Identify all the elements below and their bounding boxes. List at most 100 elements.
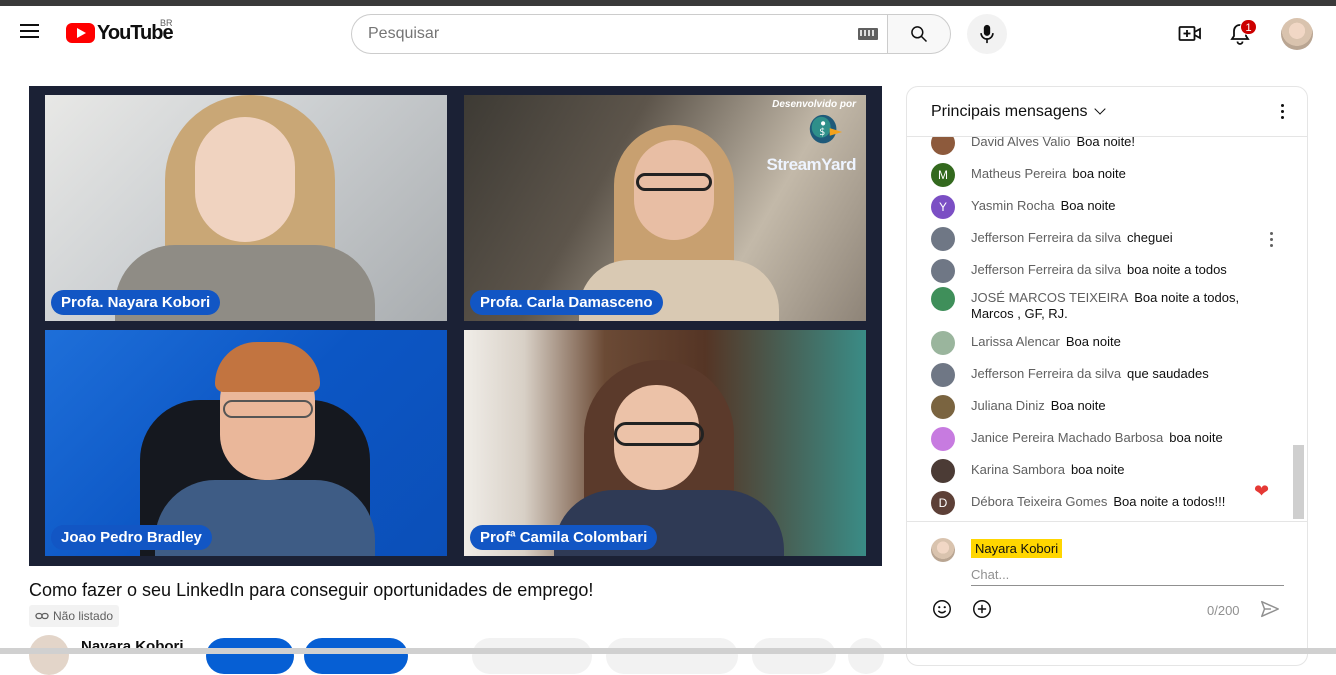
channel-avatar[interactable] xyxy=(29,635,69,675)
chat-options-icon[interactable] xyxy=(1281,104,1285,120)
author-avatar[interactable] xyxy=(931,259,955,283)
character-counter: 0/200 xyxy=(1207,603,1240,618)
participant-tile: Profa. Nayara Kobori xyxy=(45,95,447,321)
message-content: Juliana Diniz Boa noite xyxy=(971,398,1251,414)
unlisted-label: Não listado xyxy=(53,609,114,623)
action-button[interactable] xyxy=(472,638,592,674)
author-avatar[interactable] xyxy=(931,427,955,451)
message-content: Jefferson Ferreira da silva que saudades xyxy=(971,366,1251,382)
voice-search-button[interactable] xyxy=(967,14,1007,54)
heart-reaction-icon: ❤ xyxy=(1254,481,1270,501)
message-text: boa noite xyxy=(1072,166,1126,181)
message-author[interactable]: Débora Teixeira Gomes xyxy=(971,494,1107,509)
message-options-icon[interactable] xyxy=(1270,232,1274,248)
message-author[interactable]: Jefferson Ferreira da silva xyxy=(971,230,1121,245)
message-text: boa noite xyxy=(1169,430,1223,445)
chat-header: Principais mensagens xyxy=(907,87,1307,137)
message-author[interactable]: Jefferson Ferreira da silva xyxy=(971,366,1121,381)
video-title: Como fazer o seu LinkedIn para conseguir… xyxy=(29,580,594,600)
country-code: BR xyxy=(160,18,173,28)
svg-text:$: $ xyxy=(819,127,825,138)
more-actions-button[interactable] xyxy=(848,638,884,674)
video-player[interactable]: Profa. Nayara Kobori Profa. Carla Damasc… xyxy=(29,86,882,566)
message-author[interactable]: JOSÉ MARCOS TEIXEIRA xyxy=(971,290,1128,305)
action-button[interactable] xyxy=(606,638,738,674)
page-horizontal-scrollbar[interactable] xyxy=(0,648,1336,654)
emoji-picker-button[interactable] xyxy=(931,598,955,622)
keyboard-icon[interactable] xyxy=(858,28,878,40)
send-button[interactable] xyxy=(1259,598,1283,622)
message-text: cheguei xyxy=(1127,230,1173,245)
message-text: boa noite xyxy=(1070,462,1125,477)
message-author[interactable]: Janice Pereira Machado Barbosa xyxy=(971,430,1163,445)
chat-filter-dropdown[interactable]: Principais mensagens xyxy=(931,102,1106,121)
send-icon xyxy=(1261,600,1279,618)
participant-tile: Profª Camila Colombari xyxy=(464,330,866,556)
search-icon xyxy=(911,26,928,43)
chat-input-area: Nayara Kobori 0/200 xyxy=(907,521,1307,665)
primary-action-button[interactable] xyxy=(206,638,294,674)
action-button[interactable] xyxy=(752,638,836,674)
message-author[interactable]: Juliana Diniz xyxy=(971,398,1045,413)
plus-circle-icon xyxy=(973,600,991,618)
chat-scrollbar[interactable] xyxy=(1293,445,1304,519)
current-user-name: Nayara Kobori xyxy=(971,539,1063,558)
author-avatar[interactable] xyxy=(931,137,955,155)
message-content: Jefferson Ferreira da silva boa noite a t… xyxy=(971,262,1251,278)
participant-name-tag: Profª Camila Colombari xyxy=(470,525,658,550)
message-text: boa noite a todos xyxy=(1127,262,1227,277)
primary-action-button[interactable] xyxy=(304,638,408,674)
message-author[interactable]: Yasmin Rocha xyxy=(971,198,1055,213)
message-content: Jefferson Ferreira da silva cheguei xyxy=(971,230,1251,246)
author-avatar[interactable] xyxy=(931,287,955,311)
message-content: Janice Pereira Machado Barbosa boa noite xyxy=(971,430,1251,446)
author-avatar[interactable] xyxy=(931,363,955,387)
current-user-avatar xyxy=(931,538,955,562)
microphone-icon xyxy=(980,24,994,44)
smiley-icon xyxy=(933,600,951,618)
watermark-brand: StreamYard xyxy=(766,155,857,174)
message-author[interactable]: Larissa Alencar xyxy=(971,334,1060,349)
author-avatar[interactable]: Y xyxy=(931,195,955,219)
author-avatar[interactable] xyxy=(931,395,955,419)
message-content: Larissa Alencar Boa noite xyxy=(971,334,1251,350)
account-avatar[interactable] xyxy=(1281,18,1313,50)
unlisted-badge: Não listado xyxy=(29,605,120,627)
link-icon xyxy=(35,612,49,620)
chat-message-list: David Alves Valio Boa noite! M Matheus Pere… xyxy=(907,137,1291,521)
search-input[interactable] xyxy=(368,25,838,43)
create-video-button[interactable] xyxy=(1174,18,1206,50)
streamyard-duck-icon: $ xyxy=(809,114,843,144)
participant-name-tag: Profa. Nayara Kobori xyxy=(51,290,221,315)
author-avatar[interactable] xyxy=(931,331,955,355)
notifications-button[interactable]: 1 xyxy=(1224,18,1257,50)
search-button[interactable] xyxy=(887,14,951,54)
chevron-down-icon xyxy=(1093,102,1106,115)
author-avatar[interactable] xyxy=(931,459,955,483)
add-button[interactable] xyxy=(971,598,995,622)
message-text: Boa noite! xyxy=(1076,137,1136,149)
youtube-play-icon xyxy=(66,23,95,43)
message-text: Boa noite xyxy=(1060,198,1116,213)
message-content: Yasmin Rocha Boa noite xyxy=(971,198,1251,214)
author-avatar[interactable]: M xyxy=(931,163,955,187)
chat-filter-label: Principais mensagens xyxy=(931,102,1088,120)
message-content: JOSÉ MARCOS TEIXEIRA Boa noite a todos, M… xyxy=(971,290,1251,322)
watermark-caption: Desenvolvido por xyxy=(772,99,856,110)
message-author[interactable]: Jefferson Ferreira da silva xyxy=(971,262,1121,277)
author-avatar[interactable]: D xyxy=(931,491,955,515)
message-content: Débora Teixeira Gomes Boa noite a todos!!… xyxy=(971,494,1251,510)
message-text: Boa noite xyxy=(1065,334,1121,349)
message-author[interactable]: David Alves Valio xyxy=(971,137,1070,149)
chat-message-input[interactable] xyxy=(971,564,1284,586)
participant-name-tag: Joao Pedro Bradley xyxy=(51,525,212,550)
message-author[interactable]: Matheus Pereira xyxy=(971,166,1066,181)
message-content: David Alves Valio Boa noite! xyxy=(971,137,1251,150)
message-author[interactable]: Karina Sambora xyxy=(971,462,1065,477)
notification-count-badge: 1 xyxy=(1240,19,1257,35)
youtube-logo[interactable]: YouTube xyxy=(66,20,174,46)
video-plus-icon xyxy=(1178,26,1201,41)
menu-icon[interactable] xyxy=(18,20,42,44)
author-avatar[interactable] xyxy=(931,227,955,251)
search-box xyxy=(351,14,888,54)
